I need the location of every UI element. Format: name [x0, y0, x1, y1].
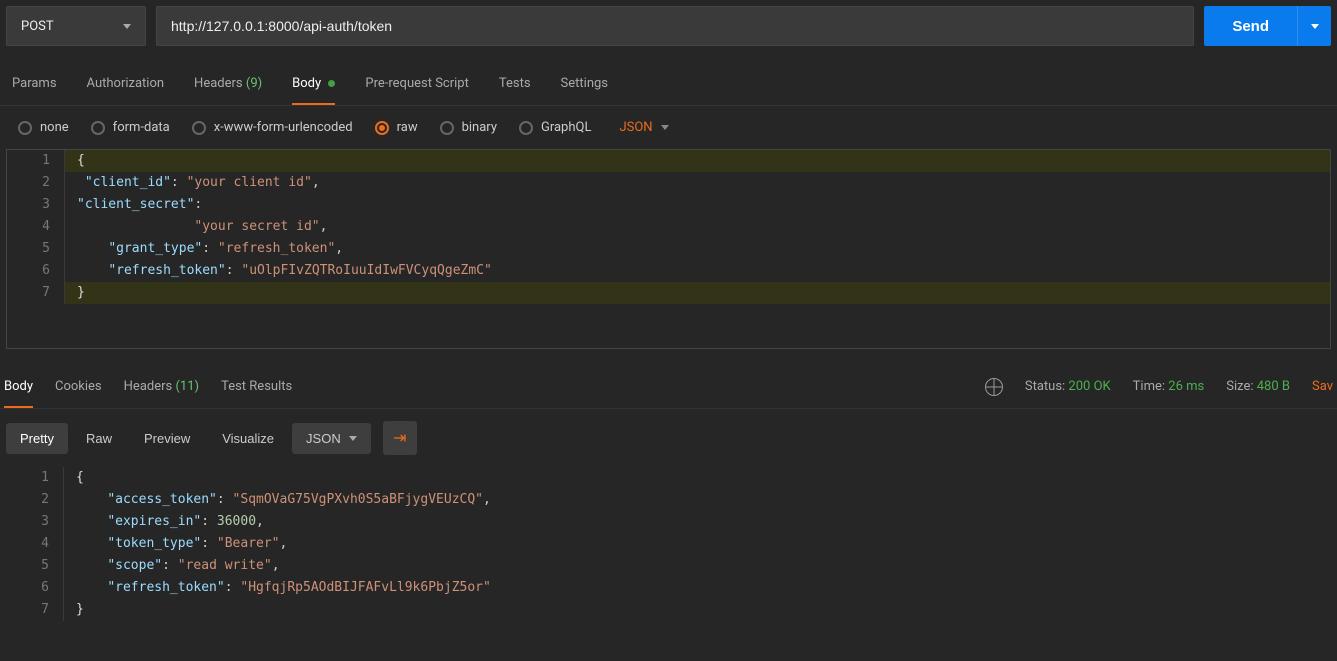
radio-icon	[91, 121, 105, 135]
view-preview[interactable]: Preview	[130, 423, 204, 454]
status-meta: Status: 200 OK	[1025, 379, 1111, 394]
view-visualize[interactable]: Visualize	[208, 423, 288, 454]
view-raw[interactable]: Raw	[72, 423, 126, 454]
tab-headers-label: Headers	[194, 76, 243, 91]
chevron-down-icon	[349, 436, 357, 441]
resp-tab-test-results[interactable]: Test Results	[221, 366, 292, 407]
size-meta: Size: 480 B	[1226, 379, 1290, 394]
radio-icon	[192, 121, 206, 135]
tab-tests[interactable]: Tests	[499, 63, 531, 104]
save-response-link[interactable]: Sav	[1312, 379, 1333, 394]
wrap-lines-button[interactable]: ⇥	[383, 421, 417, 455]
wrap-icon: ⇥	[393, 428, 406, 448]
url-input[interactable]	[156, 6, 1194, 46]
send-button[interactable]: Send	[1204, 6, 1297, 46]
body-type-urlencoded[interactable]: x-www-form-urlencoded	[192, 120, 353, 135]
radio-icon	[375, 121, 389, 135]
body-type-graphql[interactable]: GraphQL	[519, 120, 591, 135]
time-meta: Time: 26 ms	[1133, 379, 1205, 394]
radio-icon	[440, 121, 454, 135]
radio-icon	[519, 121, 533, 135]
chevron-down-icon	[123, 24, 131, 29]
resp-tab-cookies[interactable]: Cookies	[55, 366, 102, 407]
tab-body-label: Body	[292, 76, 321, 91]
tab-authorization[interactable]: Authorization	[87, 63, 165, 104]
radio-icon	[18, 121, 32, 135]
tab-body[interactable]: Body	[292, 63, 335, 104]
chevron-down-icon	[1311, 24, 1319, 29]
tab-params[interactable]: Params	[12, 63, 57, 104]
tab-prerequest[interactable]: Pre-request Script	[365, 63, 468, 104]
response-format-select[interactable]: JSON	[292, 423, 371, 454]
body-type-formdata[interactable]: form-data	[91, 120, 170, 135]
chevron-down-icon	[661, 125, 669, 130]
modified-dot-icon	[328, 80, 335, 87]
response-body-viewer[interactable]: 1{ 2 "access_token": "SqmOVaG75VgPXvh0S5…	[6, 467, 1331, 621]
tab-headers-count: (9)	[246, 76, 262, 91]
tab-settings[interactable]: Settings	[561, 63, 608, 104]
view-pretty[interactable]: Pretty	[6, 423, 68, 454]
send-options-button[interactable]	[1297, 6, 1331, 46]
method-select[interactable]: POST	[6, 6, 146, 46]
method-select-value: POST	[21, 19, 54, 34]
globe-icon[interactable]	[985, 378, 1003, 396]
request-body-editor[interactable]: 1{ 2 "client_id": "your client id", 3"cl…	[6, 149, 1331, 349]
body-type-none[interactable]: none	[18, 120, 69, 135]
body-type-binary[interactable]: binary	[440, 120, 497, 135]
resp-tab-body[interactable]: Body	[4, 366, 33, 407]
body-type-raw[interactable]: raw	[375, 120, 418, 135]
raw-type-select[interactable]: JSON	[619, 120, 668, 135]
resp-tab-headers[interactable]: Headers (11)	[124, 366, 199, 407]
tab-headers[interactable]: Headers (9)	[194, 63, 262, 104]
